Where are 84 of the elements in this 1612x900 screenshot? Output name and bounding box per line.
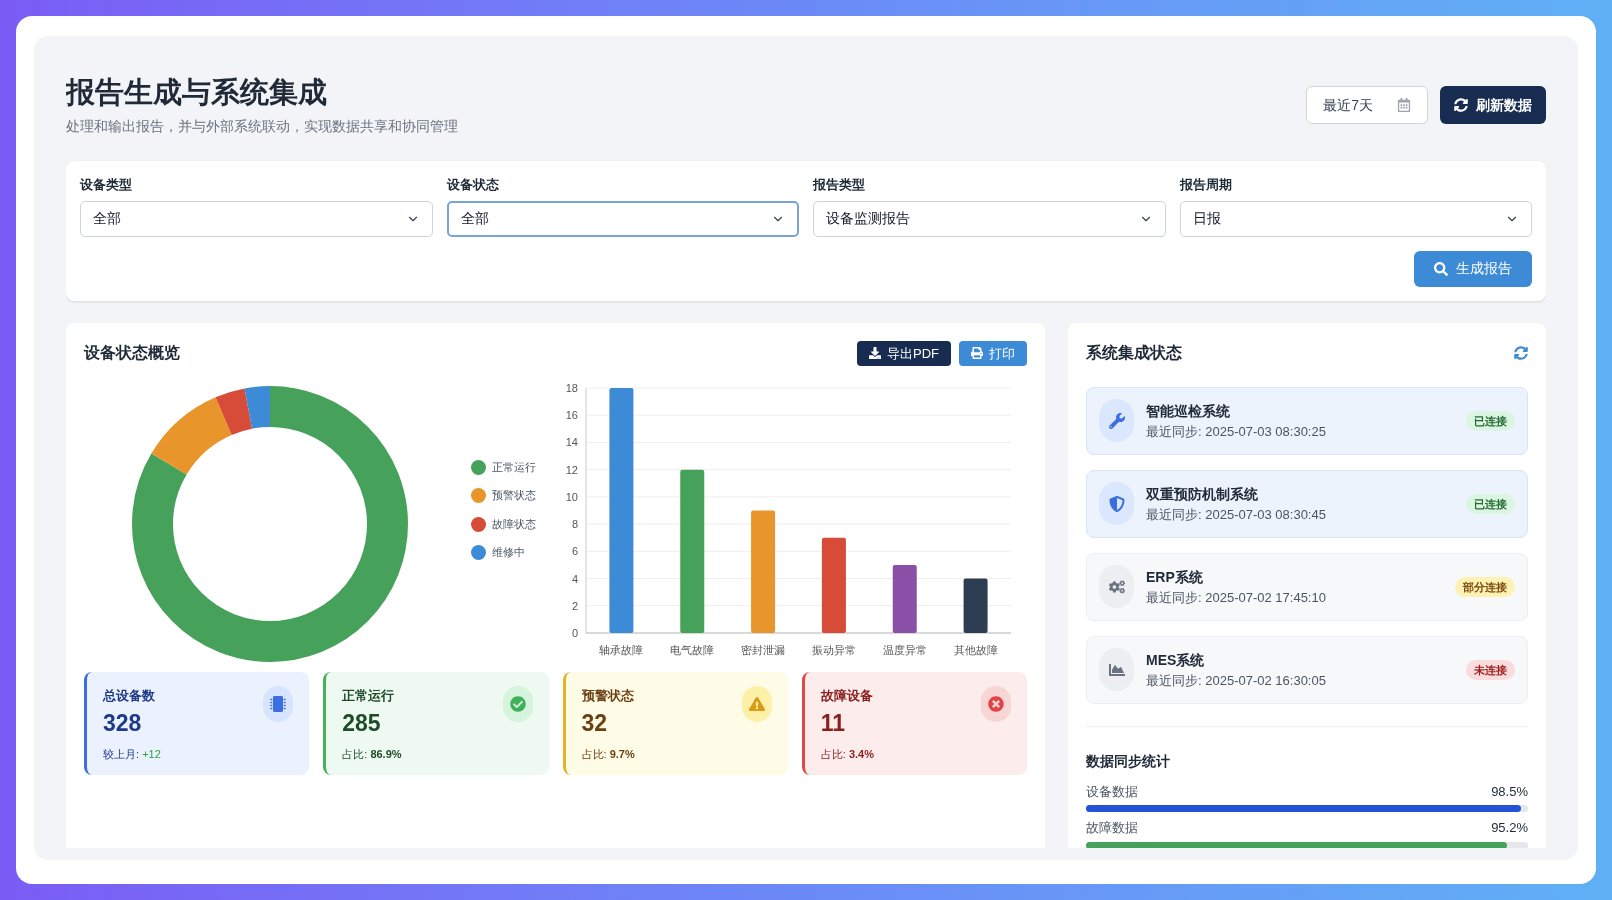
legend-label: 预警状态	[492, 488, 536, 504]
legend-label: 正常运行	[492, 459, 536, 475]
y-tick-label: 6	[571, 545, 578, 558]
x-axis-label: 轴承故障	[599, 643, 644, 656]
calendar-icon	[1397, 98, 1411, 112]
panel-title: 系统集成状态	[1086, 342, 1182, 363]
refresh-icon	[1454, 98, 1468, 112]
wrench-icon	[1108, 412, 1125, 429]
sync-time: 最近同步: 2025-07-03 08:30:45	[1146, 505, 1327, 524]
stat-footer: 占比: 86.9%	[342, 746, 402, 763]
print-icon	[971, 347, 983, 360]
filter-select[interactable]: 全部	[80, 200, 433, 237]
bar	[963, 578, 988, 633]
system-card[interactable]: ERP系统 最近同步: 2025-07-02 17:45:10 部分连接	[1086, 552, 1528, 621]
stat-value: 11	[820, 709, 847, 738]
refresh-data-button[interactable]: 刷新数据	[1440, 86, 1546, 124]
sync-reading: 95.2%	[1491, 819, 1528, 838]
stat-label: 总设备数	[103, 686, 156, 705]
sync-time: 最近同步: 2025-07-02 17:45:10	[1146, 588, 1327, 607]
y-tick-label: 10	[565, 490, 578, 503]
status-badge: 已连接	[1466, 410, 1515, 431]
generate-report-button[interactable]: 生成报告	[1414, 250, 1532, 287]
filter-select[interactable]: 日报	[1179, 200, 1532, 237]
stat-value: 32	[581, 709, 609, 738]
panel-title: 设备状态概览	[84, 343, 180, 364]
status-badge: 已连接	[1466, 493, 1515, 514]
filter-label: 报告类型	[813, 176, 866, 195]
system-card[interactable]: 双重预防机制系统 最近同步: 2025-07-03 08:30:45 已连接	[1086, 469, 1528, 538]
system-name: 智能巡检系统	[1146, 401, 1231, 421]
search-icon	[1434, 261, 1448, 276]
stat-footer: 较上月: +12	[103, 746, 161, 763]
x-axis-label: 温度异常	[882, 643, 927, 656]
refresh-icon[interactable]	[1514, 345, 1528, 360]
stat-label: 正常运行	[342, 686, 396, 705]
bar	[892, 564, 917, 633]
x-axis-label: 密封泄漏	[741, 643, 786, 656]
x-axis-label: 其他故障	[953, 643, 998, 656]
date-range-picker[interactable]: 最近7天	[1306, 86, 1428, 124]
sync-time: 最近同步: 2025-07-03 08:30:25	[1146, 422, 1327, 441]
page-subtitle: 处理和输出报告，并与外部系统联动，实现数据共享和协同管理	[66, 117, 458, 137]
y-tick-label: 4	[571, 572, 578, 585]
download-icon	[869, 347, 881, 360]
sync-label: 设备数据	[1086, 782, 1138, 801]
print-button[interactable]: 打印	[959, 340, 1027, 366]
area-chart-icon	[1108, 661, 1125, 678]
stat-value: 328	[103, 709, 143, 738]
gears-icon	[1108, 578, 1125, 595]
shield-icon	[1108, 495, 1125, 512]
system-name: 双重预防机制系统	[1146, 484, 1259, 504]
filter-select[interactable]: 设备监测报告	[813, 200, 1166, 237]
stat-footer: 占比: 9.7%	[581, 746, 635, 763]
stat-footer: 占比: 3.4%	[820, 746, 874, 763]
x-axis-label: 电气故障	[670, 643, 715, 656]
page-title: 报告生成与系统集成	[66, 75, 328, 110]
system-name: MES系统	[1146, 650, 1206, 670]
filter-select[interactable]: 全部	[446, 200, 799, 237]
stat-label: 故障设备	[820, 686, 874, 705]
y-tick-label: 0	[571, 626, 578, 639]
y-tick-label: 2	[571, 599, 578, 612]
stat-label: 预警状态	[581, 686, 635, 705]
y-tick-label: 12	[565, 463, 578, 476]
sync-time: 最近同步: 2025-07-02 16:30:05	[1146, 671, 1327, 690]
chip-icon	[270, 695, 287, 712]
export-pdf-button[interactable]: 导出PDF	[857, 340, 951, 366]
y-tick-label: 18	[565, 381, 578, 394]
filter-label: 设备状态	[446, 176, 500, 195]
legend-label: 维修中	[492, 545, 525, 561]
status-badge: 部分连接	[1455, 576, 1515, 597]
sync-label: 故障数据	[1086, 819, 1138, 838]
section-title: 数据同步统计	[1086, 751, 1171, 771]
filter-label: 报告周期	[1179, 176, 1233, 195]
x-axis-label: 振动异常	[811, 643, 856, 656]
filter-label: 设备类型	[80, 176, 133, 195]
system-name: ERP系统	[1146, 567, 1204, 587]
system-card[interactable]: 智能巡检系统 最近同步: 2025-07-03 08:30:25 已连接	[1086, 386, 1528, 455]
y-tick-label: 16	[565, 408, 578, 421]
system-card[interactable]: MES系统 最近同步: 2025-07-02 16:30:05 未连接	[1086, 635, 1528, 704]
warning-icon	[748, 695, 765, 712]
y-tick-label: 14	[565, 436, 578, 449]
status-badge: 未连接	[1466, 659, 1515, 680]
sync-reading: 98.5%	[1491, 782, 1528, 801]
y-tick-label: 8	[571, 517, 578, 530]
legend-label: 故障状态	[492, 516, 536, 532]
stat-value: 285	[342, 709, 382, 738]
